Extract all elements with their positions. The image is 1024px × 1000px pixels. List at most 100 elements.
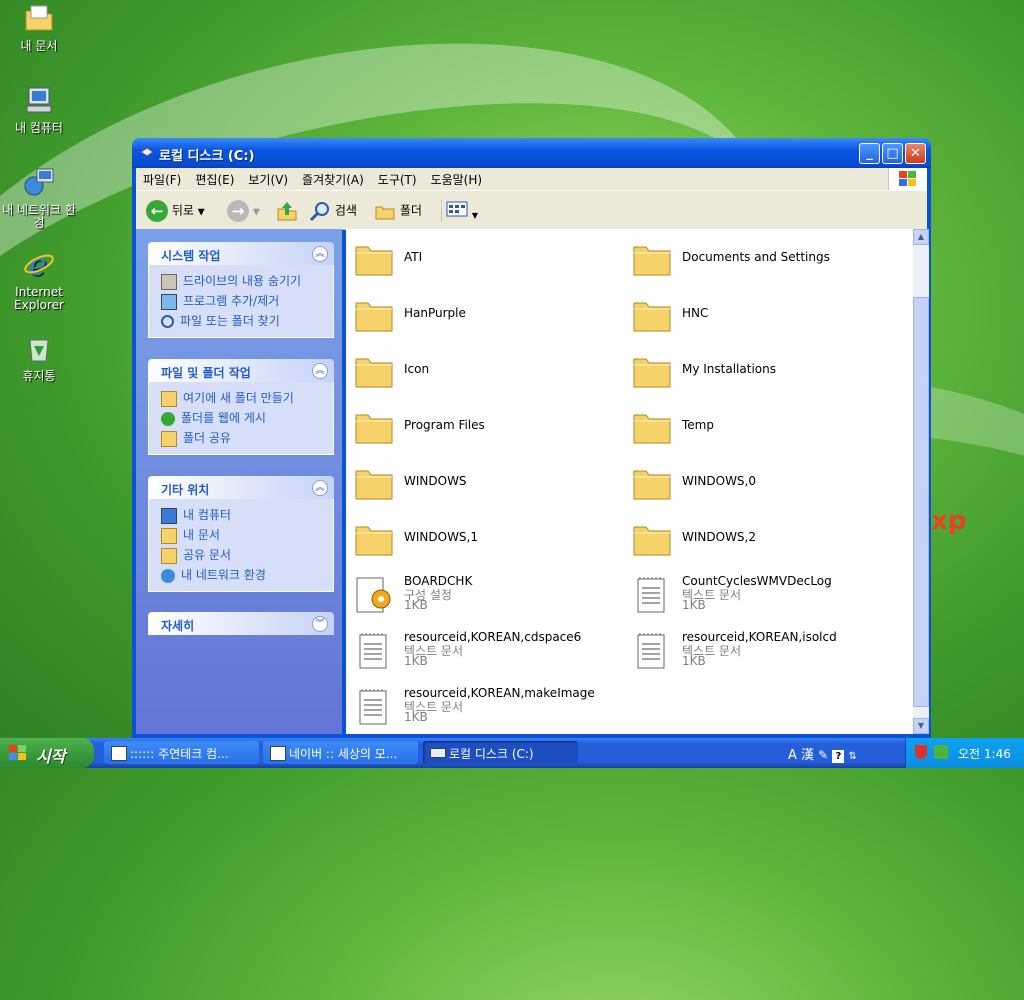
task-hide-drive-contents[interactable]: 드라이브의 내용 숨기기 [149,271,333,291]
file-item[interactable]: BOARDCHK 구성 설정 1KB [354,571,624,619]
up-folder-button[interactable] [276,200,298,225]
folder-item[interactable]: WINDOWS [354,459,624,507]
desktop-icon-internet-explorer[interactable]: e Internet Explorer [0,248,78,312]
file-item[interactable]: resourceid,KOREAN,isolcd 텍스트 문서 1KB [632,627,902,675]
network-tray-icon[interactable] [934,745,948,759]
folder-item[interactable]: WINDOWS,1 [354,515,624,563]
file-item[interactable]: resourceid,KOREAN,cdspace6 텍스트 문서 1KB [354,627,624,675]
chevron-down-icon: ▼ [197,207,205,218]
folders-button[interactable]: 폴더 [374,200,422,222]
task-group-title: 자세히 [161,619,195,633]
collapse-chevron-icon[interactable]: ︽ [312,363,328,379]
collapse-chevron-icon[interactable]: ︽ [312,246,328,262]
taskbar-item[interactable]: 네이버 :: 세상의 모... [263,741,418,764]
task-group-header[interactable]: 자세히 ︾ [148,612,334,635]
task-share-folder[interactable]: 폴더 공유 [149,428,333,448]
hide-contents-icon [161,273,177,290]
folder-item[interactable]: ATI [354,235,624,283]
maximize-button[interactable]: □ [882,143,903,164]
windows-logo-icon [888,168,927,190]
desktop-icon-network[interactable]: 내 네트워크 환경 [0,166,78,230]
file-name: My Installations [682,362,776,376]
place-network[interactable]: 내 네트워크 환경 [149,565,333,585]
taskbar: 시작 :::::: 주연테크 컴... 네이버 :: 세상의 모... 로컬 디… [0,738,1024,768]
share-folder-icon [161,430,177,447]
text-file-icon [359,633,387,669]
place-my-documents[interactable]: 내 문서 [149,525,333,545]
place-shared-documents[interactable]: 공유 문서 [149,545,333,565]
folder-item[interactable]: Program Files [354,403,624,451]
start-button[interactable]: 시작 [0,738,94,768]
desktop-icon-recycle-bin[interactable]: 휴지통 [0,332,78,383]
folder-item[interactable]: My Installations [632,347,902,395]
search-button[interactable]: 검색 [309,200,357,222]
desktop-icon-my-computer[interactable]: 내 컴퓨터 [0,84,78,135]
desktop-icon-my-documents[interactable]: 내 문서 [0,2,78,53]
file-item[interactable]: CountCyclesWMVDecLog 텍스트 문서 1KB [632,571,902,619]
folder-icon [633,246,671,276]
chevron-down-icon: ▼ [252,207,260,218]
task-label: 프로그램 추가/제거 [183,294,280,308]
task-group-header[interactable]: 시스템 작업 ︽ [148,242,334,265]
task-group-file-folder: 파일 및 폴더 작업 ︽ 여기에 새 폴더 만들기 폴더를 웹에 게시 폴더 공… [148,359,334,455]
menu-help[interactable]: 도움말(H) [424,168,490,188]
task-group-header[interactable]: 파일 및 폴더 작업 ︽ [148,359,334,382]
folder-item[interactable]: WINDOWS,0 [632,459,902,507]
minimize-button[interactable]: _ [859,143,880,164]
task-group-other-places: 기타 위치 ︽ 내 컴퓨터 내 문서 공유 문서 내 네트워크 환경 [148,476,334,592]
folder-item[interactable]: Icon [354,347,624,395]
menu-view[interactable]: 보기(V) [241,168,295,188]
place-my-computer[interactable]: 내 컴퓨터 [149,505,333,525]
task-group-title: 시스템 작업 [161,249,221,263]
task-publish-web[interactable]: 폴더를 웹에 게시 [149,408,333,428]
taskbar-item-active[interactable]: 로컬 디스크 (C:) [423,741,578,764]
folder-item[interactable]: Temp [632,403,902,451]
vertical-scrollbar[interactable]: ▲ ▼ [913,229,929,734]
file-size: 1KB [404,598,428,612]
folder-icon [355,414,393,444]
close-button[interactable]: ✕ [905,143,926,164]
desktop-icon-label: 내 문서 [20,39,58,53]
menu-file[interactable]: 파일(F) [136,168,188,188]
folders-label: 폴더 [399,203,422,218]
menu-favorites[interactable]: 즐겨찾기(A) [295,168,371,188]
security-shield-icon[interactable] [915,745,927,759]
browser-window-icon [270,746,286,761]
folder-item[interactable]: Documents and Settings [632,235,902,283]
search-label: 검색 [334,203,357,218]
expand-chevron-icon[interactable]: ︾ [312,616,328,632]
file-size: 1KB [682,654,706,668]
taskbar-item-label: 네이버 :: 세상의 모... [289,747,398,761]
desktop-icon-label: 휴지통 [22,369,56,383]
folder-item[interactable]: HNC [632,291,902,339]
clock[interactable]: 오전 1:46 [958,745,1011,762]
scroll-up-button[interactable]: ▲ [913,229,929,245]
folder-item[interactable]: WINDOWS,2 [632,515,902,563]
desktop-wallpaper-text: xp [931,506,967,536]
file-list: ATI Documents and Settings HanPurple HNC… [346,229,913,734]
taskbar-item[interactable]: :::::: 주연테크 컴... [104,741,259,764]
back-button[interactable]: ← 뒤로 ▼ [146,200,205,222]
add-remove-programs-icon [161,293,177,310]
system-tray: 오전 1:46 [905,738,1024,768]
text-file-icon [637,633,665,669]
menu-edit[interactable]: 편집(E) [188,168,241,188]
title-bar[interactable]: 로컬 디스크 (C:) _ □ ✕ [132,138,931,168]
file-item[interactable]: resourceid,KOREAN,makeImage 텍스트 문서 1KB [354,683,624,731]
folder-icon [633,414,671,444]
task-group-title: 파일 및 폴더 작업 [161,366,251,380]
folder-item[interactable]: HanPurple [354,291,624,339]
language-bar[interactable]: A 漢 ✎ ? ⇅ [788,744,857,763]
menu-tools[interactable]: 도구(T) [371,168,424,188]
task-group-header[interactable]: 기타 위치 ︽ [148,476,334,499]
file-name: WINDOWS,2 [682,530,756,544]
views-button[interactable]: ▼ [441,200,478,222]
task-new-folder[interactable]: 여기에 새 폴더 만들기 [149,388,333,408]
forward-button[interactable]: → ▼ [227,200,260,222]
task-add-remove-programs[interactable]: 프로그램 추가/제거 [149,291,333,311]
scroll-down-button[interactable]: ▼ [913,718,929,734]
file-name: WINDOWS [404,474,467,488]
task-search-files[interactable]: 파일 또는 폴더 찾기 [149,311,333,331]
collapse-chevron-icon[interactable]: ︽ [312,480,328,496]
scroll-thumb[interactable] [913,297,929,707]
